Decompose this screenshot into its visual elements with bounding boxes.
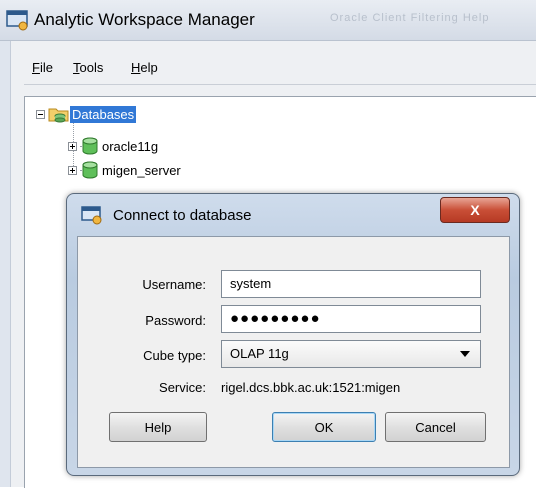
close-icon: X [470, 202, 480, 218]
expand-toggle-icon[interactable] [68, 165, 77, 175]
collapse-toggle-icon[interactable] [36, 109, 45, 119]
ok-button-label: OK [314, 419, 334, 435]
chevron-down-icon [460, 351, 470, 357]
menu-bar: File Tools Help [24, 60, 536, 84]
app-window-icon [6, 10, 28, 31]
close-button[interactable]: X [440, 197, 510, 223]
password-mask: ●●●●●●●●● [230, 310, 321, 327]
tree-node-databases[interactable]: Databases [36, 104, 137, 124]
username-field[interactable]: system [221, 270, 481, 298]
tree-node-migen-server[interactable]: migen_server [68, 160, 183, 180]
cube-type-select[interactable]: OLAP 11g [221, 340, 481, 368]
connect-dialog: Connect to database X Username: system P… [66, 193, 520, 476]
window-title: Analytic Workspace Manager [34, 10, 255, 29]
cancel-button[interactable]: Cancel [385, 412, 486, 442]
help-button[interactable]: Help [109, 412, 207, 442]
dialog-title: Connect to database [113, 207, 252, 224]
databases-folder-icon [48, 108, 69, 123]
dialog-content: Username: system Password: ●●●●●●●●● Cub… [77, 236, 510, 468]
help-button-label: Help [144, 419, 172, 435]
menu-help[interactable]: Help [131, 60, 158, 75]
username-label: Username: [142, 277, 206, 292]
menu-file[interactable]: File [32, 60, 53, 75]
ok-button[interactable]: OK [272, 412, 376, 442]
password-label: Password: [145, 313, 206, 328]
password-field[interactable]: ●●●●●●●●● [221, 305, 481, 333]
cube-type-label: Cube type: [143, 348, 206, 363]
expand-toggle-icon[interactable] [68, 141, 77, 151]
tree-node-label[interactable]: Databases [70, 105, 137, 123]
menu-tools[interactable]: Tools [73, 60, 103, 75]
main-title-bar[interactable]: Analytic Workspace Manager Oracle Client… [0, 0, 536, 41]
cancel-button-label: Cancel [415, 419, 456, 435]
window-left-border [0, 41, 11, 487]
service-label: Service: [159, 380, 206, 395]
cube-type-value: OLAP 11g [230, 346, 289, 361]
dialog-window-icon [81, 206, 102, 225]
tree-node-label[interactable]: migen_server [100, 162, 183, 179]
title-bar-background-text: Oracle Client Filtering Help [330, 12, 490, 24]
menu-separator [24, 84, 536, 85]
username-value: system [230, 276, 272, 291]
tree-node-oracle11g[interactable]: oracle11g [68, 136, 160, 156]
service-value: rigel.dcs.bbk.ac.uk:1521:migen [221, 380, 401, 395]
tree-node-label[interactable]: oracle11g [100, 138, 160, 155]
database-icon [82, 137, 98, 155]
database-icon [82, 161, 98, 179]
